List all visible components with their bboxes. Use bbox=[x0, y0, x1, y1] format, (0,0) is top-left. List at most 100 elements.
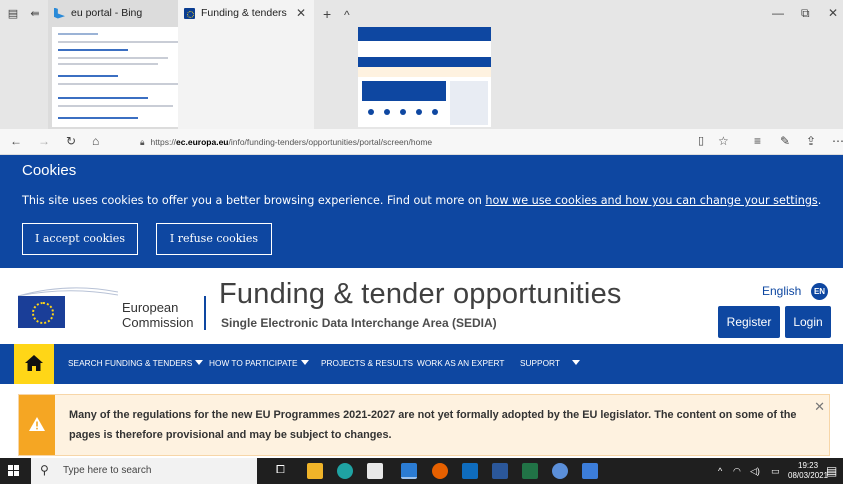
lock-icon: 🔒︎ bbox=[140, 137, 145, 147]
url-path: /info/funding-tenders/opportunities/port… bbox=[228, 137, 433, 147]
logo-lines bbox=[18, 287, 118, 296]
refresh-icon[interactable]: ↻ bbox=[66, 134, 76, 148]
notifications-icon[interactable]: ▤ bbox=[826, 464, 837, 478]
volume-icon[interactable]: ◁) bbox=[750, 466, 760, 477]
favorite-star-icon[interactable]: ☆ bbox=[718, 134, 729, 148]
clock-date: 08/03/2021 bbox=[788, 471, 829, 480]
org-line2: Commission bbox=[122, 315, 194, 330]
task-view-icon[interactable]: ⧠ bbox=[276, 464, 285, 477]
chevron-down-icon bbox=[300, 360, 309, 365]
reading-view-icon[interactable]: ▯ bbox=[698, 134, 704, 147]
tab-preview-icon[interactable]: ▤ bbox=[6, 8, 20, 20]
clock-time: 19:23 bbox=[798, 461, 819, 470]
search-icon: ⚲ bbox=[40, 463, 49, 477]
windows-taskbar: ⚲ Type here to search ⧠ ^ ◠ ◁) ▭ 19:23 0… bbox=[0, 458, 843, 484]
restore-icon[interactable]: ⧉ bbox=[801, 6, 810, 21]
site-title[interactable]: Funding & tender opportunities bbox=[219, 278, 622, 311]
nav-label: PROJECTS & RESULTS bbox=[321, 358, 414, 368]
new-tab-button[interactable]: + bbox=[323, 6, 331, 22]
nav-search-funding[interactable]: SEARCH FUNDING & TENDERS bbox=[68, 358, 204, 368]
register-button[interactable]: Register bbox=[718, 306, 780, 338]
windows-start-icon[interactable] bbox=[8, 465, 20, 477]
cookie-banner: Cookies This site uses cookies to offer … bbox=[0, 155, 843, 268]
calculator-icon[interactable] bbox=[582, 463, 598, 479]
tray-expand-icon[interactable]: ^ bbox=[718, 466, 722, 476]
eu-favicon-icon bbox=[184, 7, 195, 19]
url-prefix: https:// bbox=[150, 137, 177, 147]
chevron-down-icon bbox=[571, 360, 580, 365]
network-icon[interactable]: ◠ bbox=[733, 466, 741, 477]
nav-support[interactable]: SUPPORT bbox=[520, 358, 580, 368]
chevron-down-icon bbox=[195, 360, 204, 365]
cookie-title: Cookies bbox=[22, 162, 77, 179]
outlook-icon[interactable] bbox=[462, 463, 478, 479]
cookie-suffix: . bbox=[817, 194, 822, 207]
nav-label: SUPPORT bbox=[520, 358, 560, 368]
nav-how-to-participate[interactable]: HOW TO PARTICIPATE bbox=[209, 358, 309, 368]
minimize-icon[interactable]: — bbox=[772, 6, 784, 20]
word-icon[interactable] bbox=[492, 463, 508, 479]
nav-work-as-expert[interactable]: WORK AS AN EXPERT bbox=[417, 358, 504, 368]
bing-favicon-icon bbox=[54, 7, 65, 19]
accept-cookies-button[interactable]: I accept cookies bbox=[22, 223, 138, 255]
close-icon[interactable]: ✕ bbox=[814, 399, 825, 415]
cookie-policy-link[interactable]: how we use cookies and how you can chang… bbox=[485, 194, 817, 207]
main-navigation: SEARCH FUNDING & TENDERS HOW TO PARTICIP… bbox=[0, 344, 843, 384]
tab-title: eu portal - Bing bbox=[71, 7, 143, 19]
browser-toolbar: ← → ↻ ⌂ 🔒︎ https://ec.europa.eu/info/fund… bbox=[0, 129, 843, 155]
cookie-text: This site uses cookies to offer you a be… bbox=[22, 194, 821, 207]
tab-title: Funding & tenders bbox=[201, 7, 287, 19]
logo-divider bbox=[204, 296, 206, 330]
more-icon[interactable]: ⋯ bbox=[832, 134, 843, 148]
address-bar[interactable]: 🔒︎ https://ec.europa.eu/info/funding-tend… bbox=[140, 133, 740, 151]
edge-legacy-icon[interactable] bbox=[401, 463, 417, 479]
home-button[interactable] bbox=[14, 344, 54, 384]
store-icon[interactable] bbox=[367, 463, 383, 479]
language-code-badge[interactable]: EN bbox=[811, 283, 828, 300]
file-explorer-icon[interactable] bbox=[307, 463, 323, 479]
warning-icon bbox=[29, 417, 45, 431]
nav-label: WORK AS AN EXPERT bbox=[417, 358, 505, 368]
search-placeholder: Type here to search bbox=[63, 465, 152, 476]
excel-icon[interactable] bbox=[522, 463, 538, 479]
share-icon[interactable]: ⇪ bbox=[806, 134, 816, 148]
tab-head: Funding & tenders bbox=[178, 0, 314, 26]
nav-label: SEARCH FUNDING & TENDERS bbox=[68, 358, 193, 368]
tab-list-button[interactable]: ^ bbox=[344, 8, 350, 22]
forward-icon[interactable]: → bbox=[38, 134, 50, 148]
nav-label: HOW TO PARTICIPATE bbox=[209, 358, 298, 368]
taskbar-clock[interactable]: 19:23 08/03/2021 bbox=[788, 461, 828, 481]
cookie-message: This site uses cookies to offer you a be… bbox=[22, 194, 486, 207]
refuse-cookies-button[interactable]: I refuse cookies bbox=[156, 223, 272, 255]
home-icon[interactable]: ⌂ bbox=[92, 134, 99, 148]
battery-icon[interactable]: ▭ bbox=[771, 466, 780, 477]
login-button[interactable]: Login bbox=[785, 306, 831, 338]
tabs-aside-icon[interactable]: ⇚ bbox=[28, 8, 42, 20]
nav-projects-results[interactable]: PROJECTS & RESULTS bbox=[321, 358, 413, 368]
tab-funding-tenders[interactable]: Funding & tenders ✕ bbox=[178, 0, 491, 129]
taskbar-search-box[interactable]: ⚲ Type here to search bbox=[31, 458, 257, 484]
browser-tab-bar: ▤ ⇚ eu portal - Bing Funding & tenders ✕ bbox=[0, 0, 843, 129]
notice-text: Many of the regulations for the new EU P… bbox=[69, 409, 797, 441]
favorites-hub-icon[interactable]: ≡ bbox=[754, 134, 761, 148]
url-host: ec.europa.eu bbox=[176, 137, 229, 147]
site-subtitle: Single Electronic Data Interchange Area … bbox=[221, 316, 497, 330]
tab-bing[interactable]: eu portal - Bing bbox=[48, 0, 202, 129]
provisional-content-notice: Many of the regulations for the new EU P… bbox=[18, 394, 830, 456]
firefox-icon[interactable] bbox=[432, 463, 448, 479]
back-icon[interactable]: ← bbox=[10, 134, 22, 148]
edge-chromium-icon[interactable] bbox=[337, 463, 353, 479]
house-icon bbox=[25, 355, 43, 371]
tab-head: eu portal - Bing bbox=[48, 0, 178, 26]
language-selector[interactable]: English bbox=[762, 284, 801, 298]
european-commission-logo[interactable] bbox=[18, 286, 118, 334]
teams-icon[interactable] bbox=[552, 463, 568, 479]
tab-thumbnail bbox=[358, 27, 491, 127]
close-window-icon[interactable]: ✕ bbox=[828, 6, 838, 20]
eu-flag-icon bbox=[18, 296, 65, 328]
close-tab-icon[interactable]: ✕ bbox=[296, 6, 306, 20]
org-line1: European bbox=[122, 300, 179, 315]
pen-notes-icon[interactable]: ✎ bbox=[780, 134, 790, 148]
commission-name: European Commission bbox=[122, 300, 194, 330]
notice-icon-strip bbox=[19, 395, 55, 455]
